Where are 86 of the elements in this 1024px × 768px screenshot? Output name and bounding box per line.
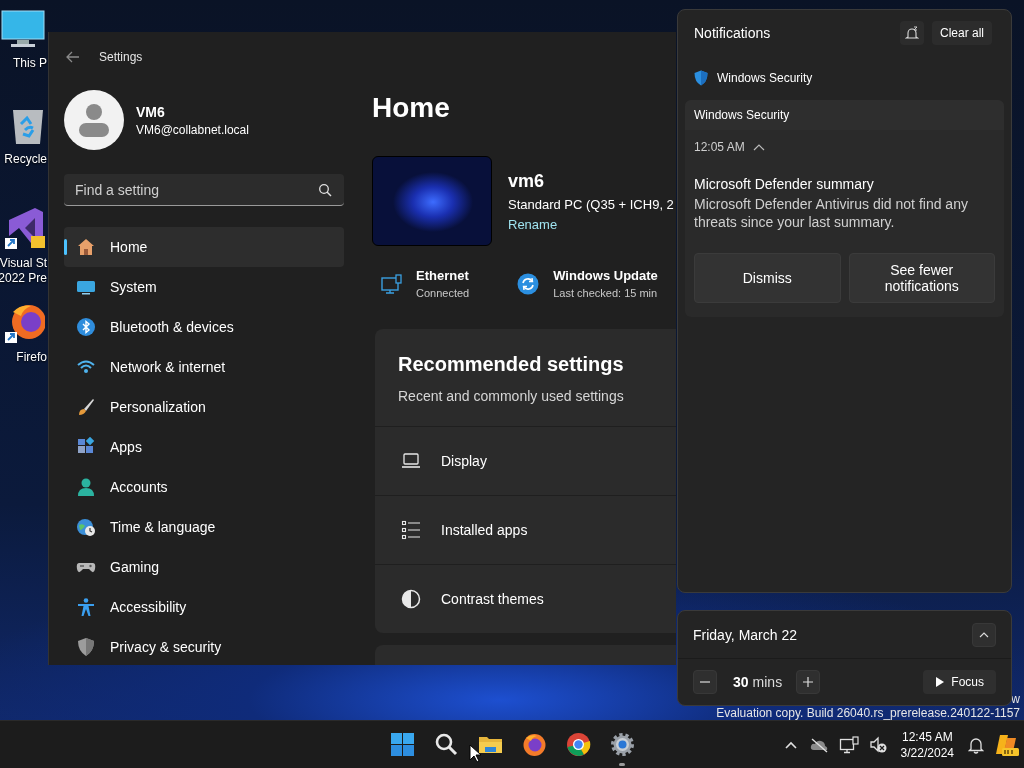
house-icon bbox=[76, 237, 96, 257]
nav-item[interactable]: Accounts bbox=[64, 467, 344, 507]
status-subtitle: Connected bbox=[416, 287, 470, 299]
do-not-disturb-button[interactable] bbox=[900, 21, 924, 45]
desktop-icon-label[interactable]: Firefo bbox=[16, 350, 47, 365]
watermark-text: w bbox=[1010, 692, 1020, 706]
device-name: vm6 bbox=[508, 170, 546, 192]
bluetooth-icon bbox=[76, 317, 96, 337]
mouse-cursor-icon bbox=[469, 744, 481, 763]
setting-row[interactable]: Contrast themes bbox=[375, 564, 676, 633]
desktop-icon-label[interactable]: Recycle bbox=[4, 152, 47, 167]
bell-icon[interactable] bbox=[968, 735, 984, 754]
accessibility-person-icon bbox=[76, 597, 96, 617]
plus-icon bbox=[802, 676, 815, 688]
nav-item[interactable]: Personalization bbox=[64, 387, 344, 427]
start-icon[interactable] bbox=[389, 732, 415, 757]
clock[interactable]: 12:45 AM 3/22/2024 bbox=[896, 728, 958, 761]
person-icon bbox=[76, 477, 96, 497]
nav-item[interactable]: Bluetooth & devices bbox=[64, 307, 344, 347]
setting-row[interactable]: Installed apps bbox=[375, 495, 676, 564]
app-name[interactable]: Windows Security bbox=[717, 71, 813, 85]
sync-icon bbox=[517, 272, 540, 295]
list-icon bbox=[401, 520, 421, 540]
card-title: Recommended settings bbox=[398, 353, 625, 376]
monitor-icon[interactable] bbox=[1, 10, 45, 50]
chevron-up-icon bbox=[979, 631, 989, 638]
nav-item[interactable]: Accessibility bbox=[64, 587, 344, 627]
search-icon[interactable] bbox=[433, 732, 459, 757]
page-title: Home bbox=[372, 91, 451, 125]
setting-row[interactable]: Display bbox=[375, 426, 676, 495]
bell-snooze-icon bbox=[905, 26, 919, 40]
status-title[interactable]: Ethernet bbox=[416, 268, 470, 283]
card-subtitle: Recent and commonly used settings bbox=[398, 388, 625, 404]
action-button[interactable]: Dismiss bbox=[694, 253, 841, 303]
status-subtitle: Last checked: 15 min bbox=[553, 287, 658, 299]
laptop-icon bbox=[401, 451, 421, 471]
watermark-text: Evaluation copy. Build 26040.rs_prerelease.240122-1157 bbox=[716, 706, 1020, 720]
window-title: Settings bbox=[99, 50, 143, 64]
clear-all-button[interactable]: Clear all bbox=[932, 21, 992, 45]
firefox-icon[interactable] bbox=[521, 732, 547, 757]
play-icon bbox=[935, 676, 946, 688]
cloud-off-icon[interactable] bbox=[808, 736, 829, 753]
nav-item[interactable]: Apps bbox=[64, 427, 344, 467]
user-name: VM6 bbox=[136, 103, 166, 120]
notification-message: Microsoft Defender Antivirus did not find any threats since your last summary. bbox=[694, 195, 969, 231]
rename-link[interactable]: Rename bbox=[508, 216, 674, 232]
minutes-value: 30 bbox=[733, 674, 749, 690]
visual-studio-icon[interactable] bbox=[5, 206, 45, 250]
notification-time: 12:05 AM bbox=[694, 140, 745, 154]
back-arrow-icon[interactable] bbox=[65, 49, 81, 65]
collapse-button[interactable] bbox=[972, 622, 996, 647]
clock-time: 12:45 AM bbox=[900, 728, 954, 745]
nav-item[interactable]: Gaming bbox=[64, 547, 344, 587]
shield-icon bbox=[694, 70, 708, 86]
nav-item[interactable]: Time & language bbox=[64, 507, 344, 547]
increase-button[interactable] bbox=[796, 670, 821, 694]
caret-up-icon[interactable] bbox=[752, 143, 765, 151]
desktop-icon-label[interactable]: This P bbox=[13, 56, 47, 71]
nav-item[interactable]: Network & internet bbox=[64, 347, 344, 387]
focus-button[interactable]: Focus bbox=[923, 670, 996, 694]
minutes-unit: mins bbox=[752, 674, 783, 690]
clock-date: 3/22/2024 bbox=[900, 744, 954, 761]
notification-header: Windows Security bbox=[685, 100, 1004, 130]
wired-network-icon[interactable] bbox=[838, 735, 859, 754]
decrease-button[interactable] bbox=[693, 670, 717, 694]
wired-network-icon bbox=[380, 272, 402, 295]
speaker-muted-icon[interactable] bbox=[868, 735, 887, 754]
gear-icon[interactable] bbox=[609, 732, 635, 757]
search-field[interactable]: Find a setting bbox=[64, 174, 344, 206]
nav-item[interactable]: Privacy & security bbox=[64, 627, 344, 665]
search-icon[interactable] bbox=[318, 183, 332, 197]
status-title[interactable]: Windows Update bbox=[553, 268, 658, 283]
contrast-icon bbox=[401, 589, 421, 609]
date-text[interactable]: Friday, March 22 bbox=[693, 626, 972, 643]
device-model: Standard PC (Q35 + ICH9, 2 bbox=[508, 196, 674, 212]
person-silhouette-icon bbox=[76, 102, 112, 138]
notification-title: Microsoft Defender summary bbox=[694, 176, 875, 192]
globe-clock-icon bbox=[76, 517, 96, 537]
nav-item[interactable]: System bbox=[64, 267, 344, 307]
chrome-icon[interactable] bbox=[565, 732, 591, 757]
user-email: VM6@collabnet.local bbox=[136, 122, 249, 137]
panel-title: Notifications bbox=[694, 25, 772, 41]
shield-icon bbox=[76, 637, 96, 657]
paintbrush-icon bbox=[76, 397, 96, 417]
action-button[interactable]: See fewer notifications bbox=[848, 253, 995, 303]
nav-item[interactable]: Home bbox=[64, 227, 344, 267]
